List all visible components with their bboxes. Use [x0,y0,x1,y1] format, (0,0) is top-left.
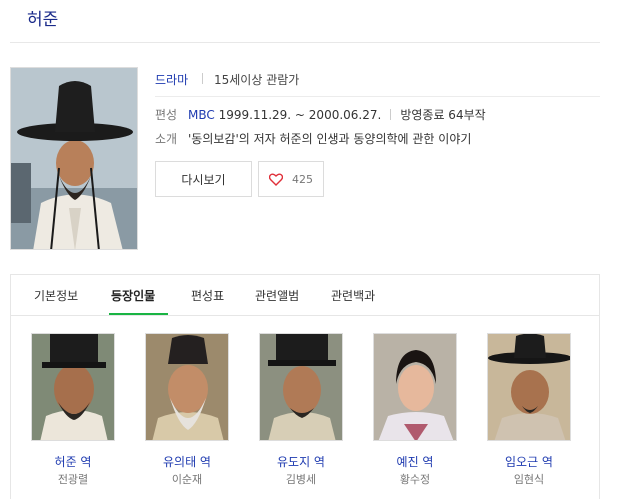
cast-card[interactable]: 임오근 역 임현식 [487,333,571,486]
summary-label: 소개 [155,132,178,146]
divider [390,109,392,120]
schedule-row: 편성 MBC 1999.11.29. ~ 2000.06.27. 방영종료 64부작 [155,106,486,123]
cast-card[interactable]: 유의태 역 이순재 [145,333,229,486]
cast-role[interactable]: 허준 역 [31,453,115,470]
heart-icon [269,173,283,186]
schedule-label: 편성 [155,108,178,122]
summary-row: 소개 '동의보감'의 저자 허준의 인생과 동양의학에 관한 이야기 [155,130,471,147]
age-rating: 15세이상 관람가 [214,73,300,87]
cast-role[interactable]: 임오근 역 [487,453,571,470]
cast-role[interactable]: 예진 역 [373,453,457,470]
cast-photo[interactable] [145,333,229,441]
active-tab-indicator [109,313,168,315]
like-count: 425 [292,172,313,186]
genre-link[interactable]: 드라마 [155,71,188,88]
divider [202,73,203,84]
broadcast-period: 1999.11.29. ~ 2000.06.27. [218,108,382,122]
tab-related-encyclopedia[interactable]: 관련백과 [331,287,375,304]
poster-image [11,68,137,249]
broadcaster-link[interactable]: MBC [188,108,215,122]
tab-basic-info[interactable]: 기본정보 [34,287,78,304]
cast-actor[interactable]: 황수정 [373,471,457,487]
cast-actor[interactable]: 이순재 [145,471,229,487]
watch-again-button[interactable]: 다시보기 [155,161,252,197]
summary-text: '동의보감'의 저자 허준의 인생과 동양의학에 관한 이야기 [188,132,472,146]
cast-photo[interactable] [487,333,571,441]
drama-poster[interactable] [10,67,138,250]
cast-card[interactable]: 허준 역 전광렬 [31,333,115,486]
tab-cast[interactable]: 등장인물 [111,287,155,304]
cast-photo[interactable] [31,333,115,441]
cast-role[interactable]: 유의태 역 [145,453,229,470]
cast-photo[interactable] [373,333,457,441]
tab-schedule[interactable]: 편성표 [191,287,224,304]
tab-bar: 기본정보 등장인물 편성표 관련앨범 관련백과 [11,275,599,316]
cast-actor[interactable]: 김병세 [259,471,343,487]
tab-related-albums[interactable]: 관련앨범 [255,287,299,304]
cast-role[interactable]: 유도지 역 [259,453,343,470]
cast-actor[interactable]: 임현식 [487,471,571,487]
cast-card[interactable]: 유도지 역 김병세 [259,333,343,486]
page-title[interactable]: 허준 [27,5,58,30]
title-bar: 허준 [10,0,600,43]
like-button[interactable]: 425 [258,161,324,197]
genre-rating-row: 드라마 15세이상 관람가 [155,69,600,97]
cast-actor[interactable]: 전광렬 [31,471,115,487]
cast-card[interactable]: 예진 역 황수정 [373,333,457,486]
cast-photo[interactable] [259,333,343,441]
broadcast-status: 방영종료 64부작 [400,108,486,122]
